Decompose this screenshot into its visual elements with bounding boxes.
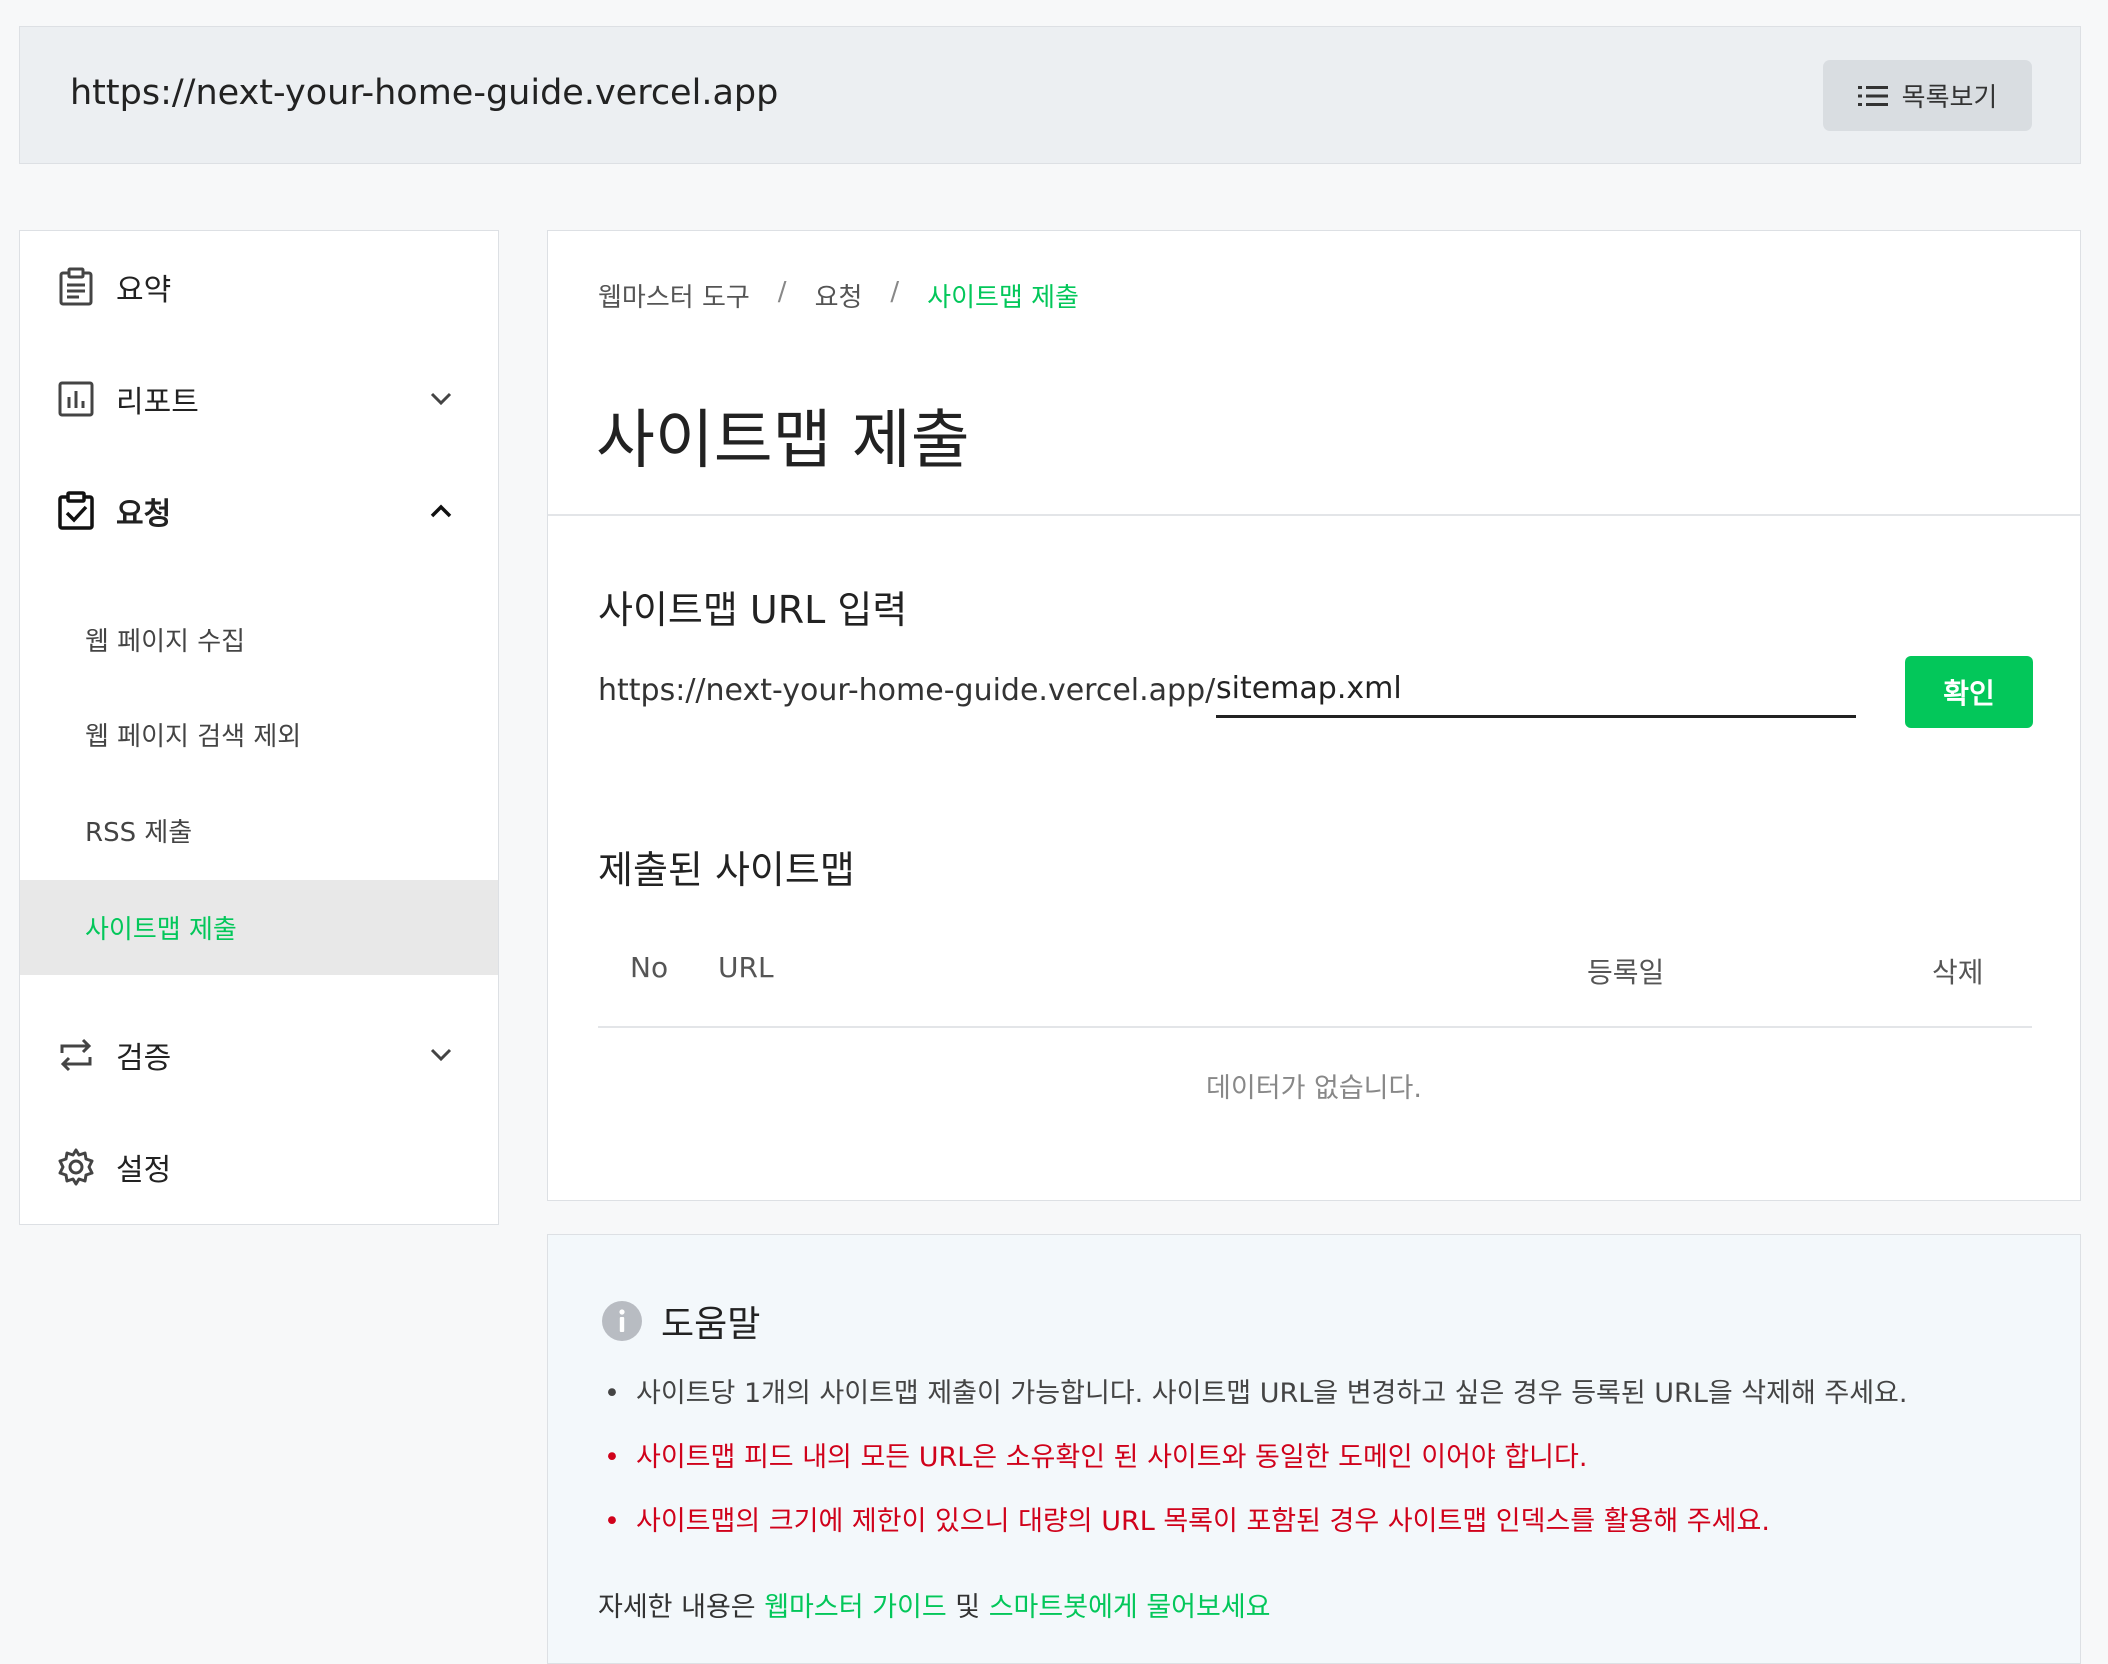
webmaster-guide-link[interactable]: 웹마스터 가이드	[764, 1592, 946, 1623]
chevron-up-icon	[430, 504, 452, 518]
help-item-warning: 사이트맵 피드 내의 모든 URL은 소유확인 된 사이트와 동일한 도메인 이…	[598, 1439, 1907, 1503]
column-header-date: 등록일	[1587, 956, 1665, 989]
site-bar: https://next-your-home-guide.vercel.app …	[19, 26, 2081, 164]
info-icon	[602, 1301, 642, 1341]
main-card: 웹마스터 도구 / 요청 / 사이트맵 제출 사이트맵 제출 사이트맵 URL …	[547, 230, 2081, 1201]
sidebar-item-request[interactable]: 요청	[20, 471, 498, 551]
page-title: 사이트맵 제출	[596, 404, 970, 478]
clipboard-list-icon	[59, 267, 93, 306]
gear-icon	[58, 1148, 94, 1186]
help-title: 도움말	[661, 1304, 761, 1345]
table-empty-message: 데이터가 없습니다.	[1206, 1073, 1422, 1104]
confirm-button[interactable]: 확인	[1905, 656, 2033, 728]
sidebar-item-label: 요약	[116, 273, 172, 308]
list-view-button-label: 목록보기	[1901, 83, 1998, 113]
site-url: https://next-your-home-guide.vercel.app	[70, 73, 779, 113]
submitted-section-title: 제출된 사이트맵	[598, 848, 855, 892]
url-prefix: https://next-your-home-guide.vercel.app/	[598, 673, 1216, 708]
sidebar-item-settings[interactable]: 설정	[20, 1127, 498, 1207]
section-divider	[548, 514, 2080, 516]
help-card: 도움말 사이트당 1개의 사이트맵 제출이 가능합니다. 사이트맵 URL을 변…	[547, 1234, 2081, 1664]
sitemap-url-input[interactable]	[1216, 661, 1856, 718]
sidebar-item-label: 요청	[116, 497, 172, 532]
url-section-title: 사이트맵 URL 입력	[598, 588, 908, 632]
breadcrumb-separator: /	[777, 277, 787, 307]
sidebar-subitem-sitemap-submit[interactable]: 사이트맵 제출	[20, 880, 498, 975]
chevron-down-icon	[430, 1048, 452, 1062]
table-header-divider	[598, 1026, 2032, 1028]
help-item: 사이트당 1개의 사이트맵 제출이 가능합니다. 사이트맵 URL을 변경하고 …	[598, 1375, 1907, 1439]
help-list: 사이트당 1개의 사이트맵 제출이 가능합니다. 사이트맵 URL을 변경하고 …	[598, 1375, 1907, 1567]
sidebar-subitem-label: 웹 페이지 검색 제외	[85, 722, 302, 752]
breadcrumb: 웹마스터 도구 / 요청 / 사이트맵 제출	[598, 277, 1079, 314]
sidebar-item-verify[interactable]: 검증	[20, 1015, 498, 1095]
breadcrumb-item[interactable]: 웹마스터 도구	[598, 277, 750, 314]
sidebar-subitem-label: RSS 제출	[85, 818, 193, 848]
help-footer-prefix: 자세한 내용은	[598, 1592, 765, 1623]
list-view-button[interactable]: 목록보기	[1823, 60, 2032, 131]
sidebar-item-label: 검증	[116, 1041, 172, 1076]
breadcrumb-current: 사이트맵 제출	[927, 283, 1079, 313]
column-header-no: No	[630, 951, 669, 984]
help-footer-mid: 및	[946, 1592, 989, 1623]
ask-smartbot-link[interactable]: 스마트봇에게 물어보세요	[989, 1592, 1271, 1623]
help-item-warning: 사이트맵의 크기에 제한이 있으니 대량의 URL 목록이 포함된 경우 사이트…	[598, 1503, 1907, 1567]
help-footer: 자세한 내용은 웹마스터 가이드 및 스마트봇에게 물어보세요	[598, 1585, 1271, 1624]
clipboard-check-icon	[58, 491, 94, 530]
sidebar-item-label: 리포트	[116, 385, 199, 420]
sidebar-item-report[interactable]: 리포트	[20, 359, 498, 439]
breadcrumb-separator: /	[890, 277, 900, 307]
list-icon	[1857, 85, 1888, 106]
repeat-arrows-icon	[60, 1038, 92, 1072]
bar-chart-icon	[58, 381, 94, 417]
sidebar-subitem-web-page-exclude[interactable]: 웹 페이지 검색 제외	[20, 687, 498, 782]
sidebar-item-summary[interactable]: 요약	[20, 247, 498, 327]
sidebar-subitem-web-page-collect[interactable]: 웹 페이지 수집	[20, 592, 498, 687]
sidebar-subitem-label: 사이트맵 제출	[85, 915, 237, 945]
sidebar-subitem-rss-submit[interactable]: RSS 제출	[20, 783, 498, 878]
breadcrumb-item[interactable]: 요청	[815, 277, 863, 314]
sidebar-subitem-label: 웹 페이지 수집	[85, 627, 246, 657]
sidebar-item-label: 설정	[116, 1153, 172, 1188]
column-header-url: URL	[718, 951, 774, 984]
column-header-delete: 삭제	[1932, 956, 1984, 989]
sidebar: 요약 리포트 요청 웹 페이지 수집 웹 페이지 검색 제외 RSS 제출 사이…	[19, 230, 499, 1225]
chevron-down-icon	[430, 392, 452, 406]
